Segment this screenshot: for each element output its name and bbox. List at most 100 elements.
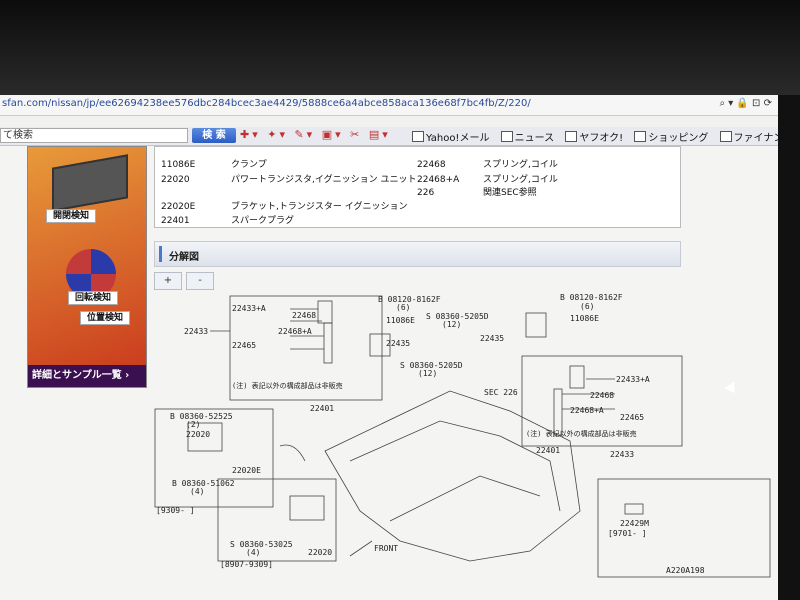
toolbar-link-finance[interactable]: ファイナンス bbox=[719, 131, 778, 144]
section-ref-label[interactable]: SEC 226 bbox=[484, 388, 518, 397]
bolt-qty: (12) bbox=[418, 369, 437, 378]
bolt-qty: (12) bbox=[442, 320, 461, 329]
section-accent-bar bbox=[159, 246, 162, 262]
period-label: [8907-9309] bbox=[220, 560, 273, 569]
part-code: 11086E bbox=[161, 160, 196, 170]
part-name: スプリング,コイル bbox=[483, 175, 558, 185]
toolbar-link-auction[interactable]: ヤフオク! bbox=[565, 131, 623, 144]
bolt-label[interactable]: S 08360-53025 bbox=[230, 540, 293, 549]
toolbar-link-news[interactable]: ニュース bbox=[500, 131, 554, 144]
part-label[interactable]: 22401 bbox=[310, 404, 334, 413]
part-label[interactable]: 22020 bbox=[308, 548, 332, 557]
table-row[interactable]: 11086E クランプ bbox=[161, 157, 267, 170]
monitor-bezel-right bbox=[778, 95, 800, 600]
part-name: ブラケット,トランジスター イグニッション bbox=[231, 202, 408, 212]
bolt-qty: (4) bbox=[190, 487, 204, 496]
laptop-illustration bbox=[52, 154, 128, 212]
monitor-bezel bbox=[0, 0, 800, 95]
part-code: 22468 bbox=[417, 160, 446, 170]
mail-icon bbox=[412, 131, 424, 142]
part-label[interactable]: 11086E bbox=[386, 316, 415, 325]
part-label[interactable]: 22433 bbox=[610, 450, 634, 459]
bolt-qty: (4) bbox=[246, 548, 260, 557]
toolbar-shortcut-icons[interactable]: ✚▾ ✦▾ ✎▾ ▣▾ ✂ ▤▾ bbox=[240, 128, 391, 141]
toolbar-link-mail[interactable]: Yahoo!メール bbox=[412, 131, 489, 144]
part-label[interactable]: 22468 bbox=[590, 391, 614, 400]
part-name: パワートランジスタ,イグニッション ユニット bbox=[231, 175, 417, 185]
part-label[interactable]: 22468+A bbox=[570, 406, 604, 415]
page-content: 開閉検知 回転検知 位置検知 詳細とサンプル一覧 › 11086E クランプ 22… bbox=[0, 146, 778, 600]
coil-spring-part bbox=[323, 322, 333, 364]
toolbar-search-button[interactable]: 検 索 bbox=[192, 128, 236, 143]
part-label[interactable]: 22468+A bbox=[278, 327, 312, 336]
news-icon bbox=[500, 131, 513, 142]
part-label[interactable]: 22465 bbox=[232, 341, 256, 350]
bolt-label[interactable]: B 08360-52525 bbox=[170, 412, 233, 421]
part-code: 22401 bbox=[161, 216, 190, 226]
address-bar[interactable]: sfan.com/nissan/jp/ee62694238ee576dbc284… bbox=[0, 95, 778, 116]
ad-label-rotation[interactable]: 回転検知 bbox=[68, 291, 118, 305]
bolt-qty: (6) bbox=[396, 303, 410, 312]
bracket-group-box bbox=[154, 408, 274, 508]
table-row[interactable]: 22020 パワートランジスタ,イグニッション ユニット bbox=[161, 172, 417, 185]
search-toolbar: て検索 検 索 ✚▾ ✦▾ ✎▾ ▣▾ ✂ ▤▾ Yahoo!メール ニュース … bbox=[0, 127, 778, 146]
sensor-ad-banner[interactable]: 開閉検知 回転検知 位置検知 詳細とサンプル一覧 › bbox=[27, 146, 147, 388]
table-row[interactable]: 22468+A スプリング,コイル bbox=[417, 172, 558, 185]
cart-icon bbox=[634, 131, 647, 142]
part-name: スパークプラグ bbox=[231, 216, 295, 226]
transistor-unit-part bbox=[289, 495, 325, 521]
url-text[interactable]: sfan.com/nissan/jp/ee62694238ee576dbc284… bbox=[2, 98, 531, 109]
engine-block-outline bbox=[324, 390, 581, 562]
bolt-label[interactable]: B 08120-8162F bbox=[560, 293, 623, 302]
table-row[interactable]: 22020E ブラケット,トランジスター イグニッション bbox=[161, 199, 408, 212]
engine-detail bbox=[389, 475, 541, 522]
part-label[interactable]: 11086E bbox=[570, 314, 599, 323]
part-code: 22468+A bbox=[417, 175, 460, 185]
part-code: 226 bbox=[417, 188, 435, 198]
front-arrow bbox=[349, 540, 373, 557]
part-code: 22020 bbox=[161, 175, 190, 185]
bracket-part bbox=[525, 312, 547, 338]
ad-label-open[interactable]: 開閉検知 bbox=[46, 209, 96, 223]
part-name: 関連SEC参照 bbox=[483, 188, 537, 198]
period-label: [9701- ] bbox=[608, 529, 647, 538]
coil-spring-part bbox=[553, 388, 563, 436]
right-group-note: (注) 表記以外の構成部品は非販売 bbox=[526, 429, 637, 438]
toolbar-link-shopping[interactable]: ショッピング bbox=[634, 131, 708, 144]
part-label[interactable]: 22401 bbox=[536, 446, 560, 455]
figure-code: A220A198 bbox=[666, 566, 705, 575]
part-label[interactable]: 22429M bbox=[620, 519, 649, 528]
bolt-qty: (6) bbox=[580, 302, 594, 311]
extra-part-box bbox=[597, 478, 771, 578]
part-label[interactable]: 22433+A bbox=[616, 375, 650, 384]
toolbar-search-input[interactable]: て検索 bbox=[0, 128, 188, 143]
bolt-qty: (2) bbox=[186, 420, 200, 429]
left-group-note: (注) 表記以外の構成部品は非販売 bbox=[232, 381, 343, 390]
toolbar-links: Yahoo!メール ニュース ヤフオク! ショッピング ファイナンス bbox=[412, 129, 778, 144]
table-row[interactable]: 226 関連SEC参照 bbox=[417, 185, 537, 198]
exploded-parts-diagram[interactable]: 22433+A 22468 22468+A 22465 22435 11086E… bbox=[150, 261, 778, 600]
part-label[interactable]: 22465 bbox=[620, 413, 644, 422]
part-label[interactable]: 22433+A bbox=[232, 304, 266, 313]
part-name: スプリング,コイル bbox=[483, 160, 558, 170]
period-label: [9309- ] bbox=[156, 506, 195, 515]
part-name: クランプ bbox=[231, 160, 267, 170]
arrow-curve bbox=[279, 444, 306, 462]
front-label: FRONT bbox=[374, 544, 398, 553]
part-label[interactable]: 22433 bbox=[184, 327, 208, 336]
ad-label-position[interactable]: 位置検知 bbox=[80, 311, 130, 325]
part-label[interactable]: 22020 bbox=[186, 430, 210, 439]
part-label[interactable]: 22435 bbox=[480, 334, 504, 343]
part-label[interactable]: 22020E bbox=[232, 466, 261, 475]
ignition-coil-part bbox=[317, 300, 333, 324]
part-code: 22020E bbox=[161, 202, 196, 212]
ad-details-link[interactable]: 詳細とサンプル一覧 › bbox=[28, 365, 146, 387]
extra-part-shape bbox=[624, 503, 644, 515]
finance-icon bbox=[719, 131, 732, 142]
table-row[interactable]: 22468 スプリング,コイル bbox=[417, 157, 558, 170]
part-label[interactable]: 22435 bbox=[386, 339, 410, 348]
table-row[interactable]: 22401 スパークプラグ bbox=[161, 213, 294, 226]
part-label[interactable]: 22468 bbox=[292, 311, 316, 320]
url-search-icon[interactable]: ⌕ ▾ 🔒 ⊡ ⟳ bbox=[719, 98, 772, 109]
ignition-coil-part bbox=[569, 365, 585, 389]
